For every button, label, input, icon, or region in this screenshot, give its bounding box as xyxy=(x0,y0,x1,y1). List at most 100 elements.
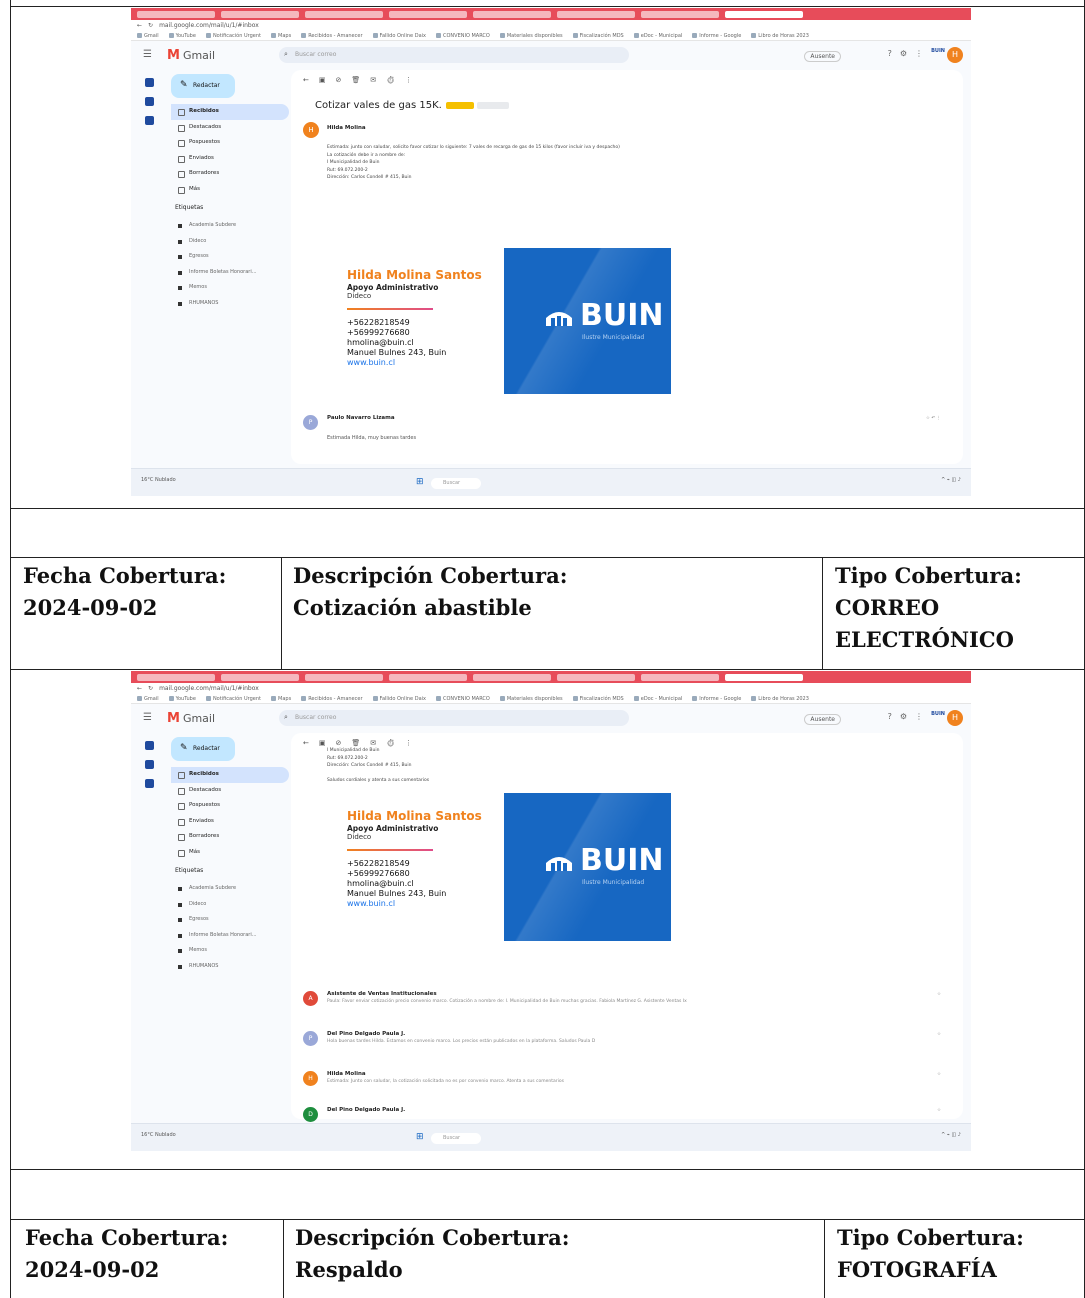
email-subject: Cotizar vales de gas 15K. xyxy=(315,100,509,111)
chat-icon xyxy=(144,760,154,769)
fecha-cell: Fecha Cobertura: 2024-09-02 xyxy=(25,1222,275,1286)
tray-icons: ^ ⌁ ◫ ♪ xyxy=(941,477,961,483)
fecha-cell: Fecha Cobertura: 2024-09-02 xyxy=(23,560,273,624)
email-signature: Hilda Molina Santos Apoyo Administrativo… xyxy=(347,268,482,368)
browser-tabs xyxy=(131,8,971,20)
fecha-value: 2024-09-02 xyxy=(23,595,158,620)
folder-item: Destacados xyxy=(171,120,289,136)
search-input: ⌕ Buscar correo xyxy=(279,710,629,726)
signature-role: Apoyo Administrativo xyxy=(347,824,439,833)
reply-row: P Paulo Navarro Lizama Estimada Hilda, m… xyxy=(303,415,951,441)
descripcion-label: Descripción Cobertura: xyxy=(293,563,568,588)
mail-icon xyxy=(144,741,154,750)
descripcion-cell: Descripción Cobertura: Respaldo xyxy=(295,1222,815,1286)
folder-item: Enviados xyxy=(171,814,289,830)
signature-dept: Dideco xyxy=(347,833,372,841)
tipo-cell: Tipo Cobertura: FOTOGRAFÍA xyxy=(837,1222,1077,1286)
tray-icons: ^ ⌁ ◫ ♪ xyxy=(941,1132,961,1138)
reload-icon: ↻ xyxy=(148,685,154,692)
descripcion-value: Respaldo xyxy=(295,1257,403,1282)
email-toolbar: ←▣⊘🗑✉⏱⋮ xyxy=(303,739,422,747)
search-icon: ⌕ xyxy=(284,713,288,721)
gmail-logo: M Gmail xyxy=(167,711,216,726)
signature-role: Apoyo Administrativo xyxy=(347,283,439,292)
pencil-icon: ✎ xyxy=(180,743,188,753)
taskbar-search: Buscar xyxy=(431,478,481,489)
descripcion-value: Cotización abastible xyxy=(293,595,532,620)
folder-item: Enviados xyxy=(171,151,289,167)
buin-banner: BUIN Ilustre Municipalidad xyxy=(504,248,671,394)
email-body: Estimada: junto con saludar, solicito fa… xyxy=(327,145,620,180)
sender-avatar: H xyxy=(303,122,319,138)
signature-divider xyxy=(347,308,433,310)
star-icon: ☆ ↶ ⋮ xyxy=(925,416,941,421)
label-item: Dideco xyxy=(175,234,257,250)
buin-subtitle: Ilustre Municipalidad xyxy=(582,334,645,341)
browser-tabs xyxy=(131,671,971,683)
signature-address: Manuel Bulnes 243, Buin xyxy=(347,889,447,898)
windows-taskbar: 16°C Nublado ⊞ Buscar ^ ⌁ ◫ ♪ xyxy=(131,468,971,496)
table-border xyxy=(824,1219,825,1298)
back-icon: ← xyxy=(137,22,143,29)
avatar: H xyxy=(947,47,963,63)
email-signature: Hilda Molina Santos Apoyo Administrativo… xyxy=(347,809,482,909)
mail-icon xyxy=(144,78,154,87)
email-pane: ←▣⊘🗑✉⏱⋮ I Municipalidad de Buin Rut: 69.… xyxy=(291,733,963,1122)
label-item: RHUMANOS xyxy=(175,296,257,312)
signature-name: Hilda Molina Santos xyxy=(347,268,482,282)
signature-phone: +56999276680 xyxy=(347,869,410,878)
pencil-icon: ✎ xyxy=(180,80,188,90)
screenshot-backup: ← ↻ mail.google.com/mail/u/1/#inbox Gmai… xyxy=(131,671,971,1151)
folder-item: Recibidos xyxy=(171,104,289,120)
buin-banner: BUIN Ilustre Municipalidad xyxy=(504,793,671,941)
email-pane: ←▣⊘🗑✉⏱⋮ Cotizar vales de gas 15K. H Hild… xyxy=(291,70,963,464)
windows-taskbar: 16°C Nublado ⊞ Buscar ^ ⌁ ◫ ♪ xyxy=(131,1123,971,1151)
compose-button: ✎ Redactar xyxy=(171,737,235,761)
reload-icon: ↻ xyxy=(148,22,154,29)
meet-icon xyxy=(144,116,154,125)
bookmarks-bar: Gmail YouTube Notificación Urgent Maps R… xyxy=(131,31,971,41)
label-item: Informe Boletas Honorari... xyxy=(175,265,257,281)
compose-button: ✎ Redactar xyxy=(171,74,235,98)
start-icon: ⊞ xyxy=(416,477,429,487)
buin-badge: BUIN xyxy=(931,711,945,717)
start-icon: ⊞ xyxy=(416,1132,429,1142)
search-input: ⌕ Buscar correo xyxy=(279,47,629,63)
signature-email: hmolina@buin.cl xyxy=(347,338,414,347)
table-border xyxy=(11,508,1084,509)
tipo-cell: Tipo Cobertura: CORREO ELECTRÓNICO xyxy=(835,560,1075,656)
meet-icon xyxy=(144,779,154,788)
side-rail xyxy=(139,78,159,135)
bookmarks-bar: Gmail YouTube Notificación Urgent Maps R… xyxy=(131,694,971,704)
signature-phone: +56999276680 xyxy=(347,328,410,337)
gmail-header: ☰ M Gmail ⌕ Buscar correo Ausente ?⚙⋮ BUIN… xyxy=(131,41,971,69)
thread-row: H Hilda Molina Estimada: Junto con salud… xyxy=(303,1071,951,1089)
star-icon: ☆ xyxy=(936,1108,941,1113)
buin-subtitle: Ilustre Municipalidad xyxy=(582,879,645,886)
signature-dept: Dideco xyxy=(347,292,372,300)
folder-item: Borradores xyxy=(171,166,289,182)
descripcion-label: Descripción Cobertura: xyxy=(295,1225,570,1250)
label-list: Academia Subdere Dideco Egresos Informe … xyxy=(175,218,257,311)
buin-wordmark: BUIN xyxy=(580,298,664,333)
label-item: Informe Boletas Honorari... xyxy=(175,928,257,944)
signature-web: www.buin.cl xyxy=(347,358,396,367)
signature-address: Manuel Bulnes 243, Buin xyxy=(347,348,447,357)
buin-badge: BUIN xyxy=(931,48,945,54)
chat-icon xyxy=(144,97,154,106)
side-rail xyxy=(139,741,159,798)
label-list: Academia Subdere Dideco Egresos Informe … xyxy=(175,881,257,974)
label-item: Egresos xyxy=(175,912,257,928)
tipo-value: CORREO ELECTRÓNICO xyxy=(835,595,1014,652)
signature-phone: +56228218549 xyxy=(347,318,410,327)
table-border xyxy=(11,1219,1084,1220)
tipo-value: FOTOGRAFÍA xyxy=(837,1257,997,1282)
back-icon: ← xyxy=(137,685,143,692)
thread-row: A Asistente de Ventas Institucionales Pa… xyxy=(303,991,951,1009)
table-border xyxy=(281,557,282,669)
menu-icon: ☰ xyxy=(143,49,152,60)
buin-wordmark: BUIN xyxy=(580,843,664,878)
thread-row: P Del Pino Delgado Paula J. Hola buenas … xyxy=(303,1031,951,1049)
avatar: H xyxy=(947,710,963,726)
table-border xyxy=(11,669,1084,670)
